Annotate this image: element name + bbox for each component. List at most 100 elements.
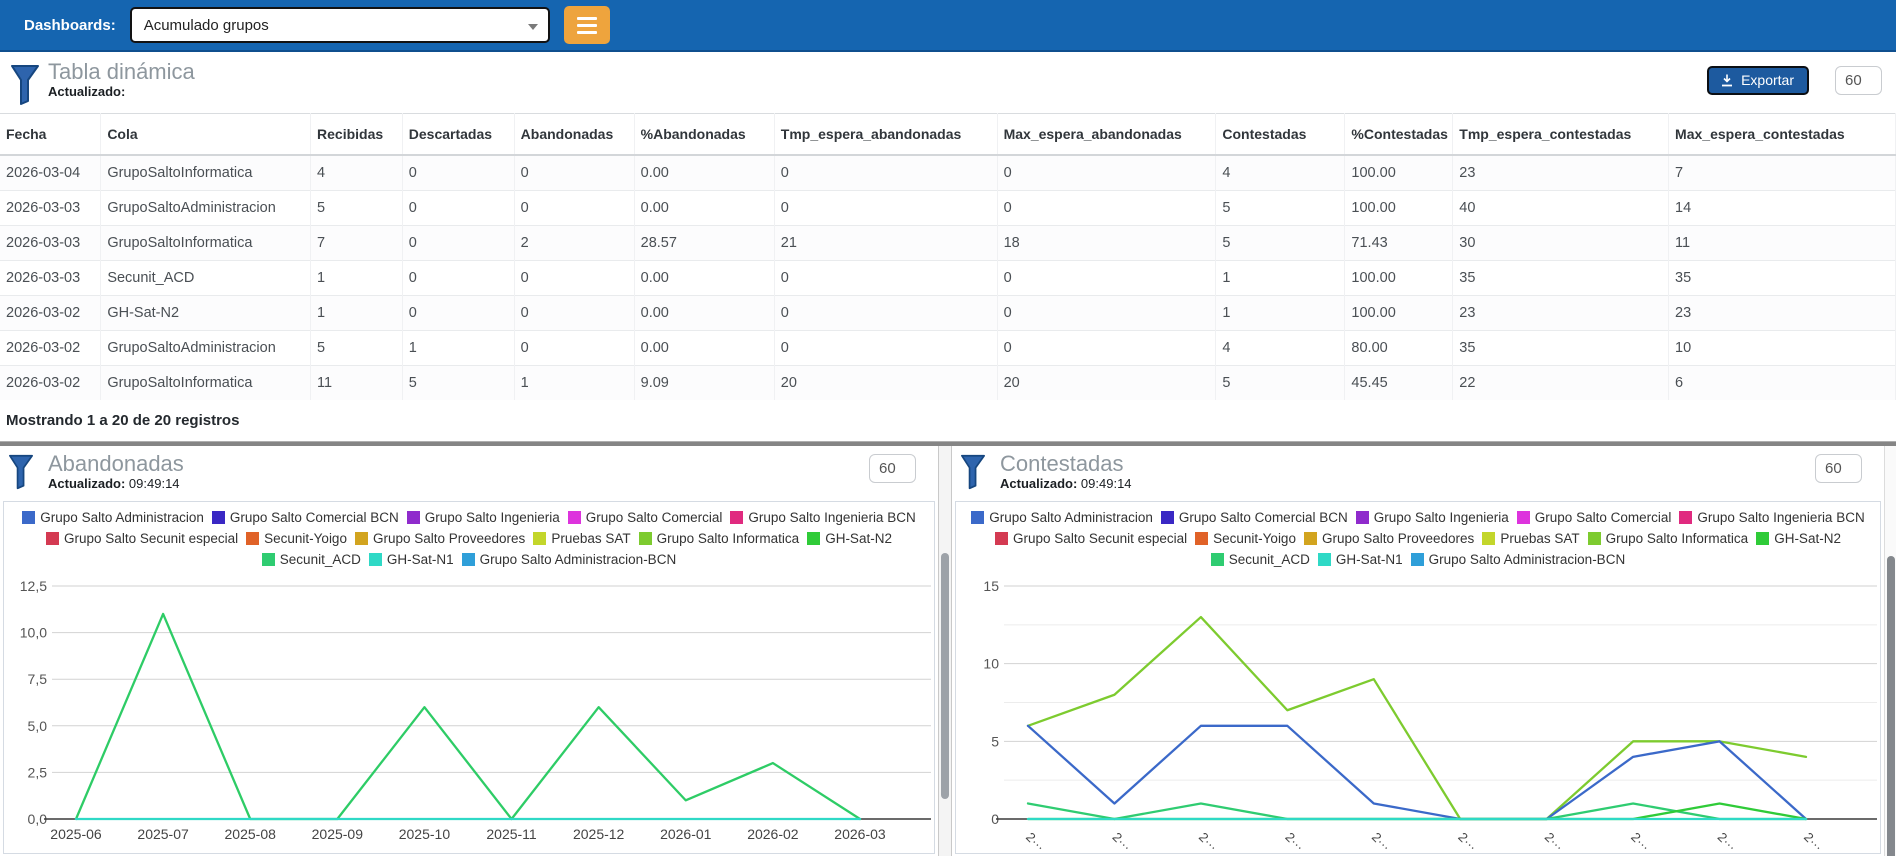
legend-item[interactable]: GH-Sat-N1: [1317, 550, 1403, 569]
legend-swatch: [1679, 511, 1693, 524]
table-cell: 0: [774, 330, 998, 366]
table-row: 2026-03-02 GH-Sat-N2 1 0 0 0.00 0 0 1 100.00 23 23: [0, 295, 1896, 331]
abandonadas-interval-input[interactable]: [869, 454, 916, 483]
legend-item[interactable]: Grupo Salto Informatica: [1587, 529, 1749, 548]
legend-item[interactable]: Grupo Salto Administracion-BCN: [1410, 550, 1625, 569]
legend-item[interactable]: GH-Sat-N1: [368, 550, 454, 569]
legend-item[interactable]: Grupo Salto Proveedores: [1303, 529, 1474, 548]
table-interval-input[interactable]: [1835, 66, 1882, 95]
legend-item[interactable]: Grupo Salto Administracion: [971, 508, 1153, 527]
legend-label: Grupo Salto Ingenieria BCN: [1697, 510, 1865, 525]
column-header[interactable]: %Abandonadas: [634, 113, 775, 156]
table-cell: 18: [997, 225, 1217, 261]
scrollbar-thumb[interactable]: [941, 552, 949, 799]
legend-item[interactable]: GH-Sat-N2: [1756, 529, 1841, 548]
export-button[interactable]: Exportar: [1707, 66, 1809, 95]
legend-label: Pruebas SAT: [1500, 531, 1580, 546]
x-tick-label: 2025-10: [399, 826, 451, 842]
legend-item[interactable]: Grupo Salto Ingenieria BCN: [730, 508, 916, 527]
column-header[interactable]: Cola: [100, 113, 312, 156]
y-tick-label: 10,0: [20, 625, 47, 641]
legend-item[interactable]: Secunit-Yoigo: [246, 529, 347, 548]
legend-item[interactable]: GH-Sat-N2: [807, 529, 892, 548]
column-header[interactable]: Tmp_espera_contestadas: [1452, 113, 1670, 156]
legend-item[interactable]: Grupo Salto Comercial BCN: [211, 508, 399, 527]
column-header[interactable]: Contestadas: [1215, 113, 1346, 156]
table-cell: 0: [774, 154, 998, 191]
table-cell: 100.00: [1344, 260, 1454, 296]
table-cell: GH-Sat-N2: [100, 295, 312, 331]
dashboard-select[interactable]: Acumulado grupos: [129, 7, 550, 43]
column-header[interactable]: Recibidas: [310, 113, 403, 156]
legend-label: GH-Sat-N2: [825, 531, 892, 546]
legend-label: Grupo Salto Informatica: [1605, 531, 1749, 546]
legend-item[interactable]: Grupo Salto Ingenieria: [406, 508, 560, 527]
table-cell: 21: [774, 225, 998, 261]
legend-label: Grupo Salto Secunit especial: [1013, 531, 1188, 546]
x-tick-label: 2···: [1196, 829, 1221, 853]
column-header[interactable]: Fecha: [0, 113, 102, 156]
menu-button[interactable]: [563, 6, 610, 44]
y-tick-label: 5,0: [28, 718, 48, 734]
legend-swatch: [730, 511, 744, 524]
table-cell: 4: [1215, 330, 1346, 366]
scrollbar-thumb[interactable]: [1887, 556, 1895, 856]
legend-item[interactable]: Grupo Salto Ingenieria: [1355, 508, 1509, 527]
table-cell: 0: [774, 190, 998, 226]
contestadas-panel: Contestadas Actualizado: 09:49:14 Grupo …: [952, 446, 1884, 856]
table-cell: 0: [997, 330, 1217, 366]
table-cell: 0: [997, 295, 1217, 331]
table-cell: 0.00: [634, 260, 775, 296]
table-cell: 2026-03-02: [0, 365, 102, 400]
legend-label: GH-Sat-N1: [1335, 552, 1403, 567]
column-header[interactable]: Max_espera_abandonadas: [997, 113, 1217, 156]
column-header[interactable]: %Contestadas: [1344, 113, 1454, 156]
dashboard-select-value: Acumulado grupos: [143, 16, 269, 34]
abandonadas-legend: Grupo Salto Administracion Grupo Salto Co…: [4, 502, 934, 574]
column-header[interactable]: Max_espera_contestadas: [1668, 113, 1896, 156]
legend-item[interactable]: Pruebas SAT: [1482, 529, 1580, 548]
table-row: 2026-03-03 GrupoSaltoAdministracion 5 0 0 0.0…: [0, 190, 1896, 226]
legend-swatch: [261, 553, 275, 566]
abandonadas-title: Abandonadas: [48, 451, 184, 476]
legend-item[interactable]: Grupo Salto Proveedores: [354, 529, 525, 548]
legend-item[interactable]: Grupo Salto Secunit especial: [46, 529, 238, 548]
legend-item[interactable]: Grupo Salto Comercial BCN: [1160, 508, 1348, 527]
table-cell: 0: [997, 154, 1217, 191]
table-cell: 100.00: [1344, 295, 1454, 331]
legend-label: Grupo Salto Administracion: [40, 510, 204, 525]
x-tick-label: 2026-03: [834, 826, 886, 842]
table-cell: 0: [402, 260, 515, 296]
legend-item[interactable]: Pruebas SAT: [533, 529, 631, 548]
legend-item[interactable]: Secunit_ACD: [261, 550, 361, 569]
contestadas-interval-input[interactable]: [1815, 454, 1862, 483]
x-tick-label: 2025-12: [573, 826, 625, 842]
legend-item[interactable]: Grupo Salto Ingenieria BCN: [1679, 508, 1865, 527]
legend-item[interactable]: Grupo Salto Administracion-BCN: [461, 550, 676, 569]
table-row: 2026-03-02 GrupoSaltoInformatica 11 5 1 9.09 2…: [0, 365, 1896, 400]
legend-label: Secunit_ACD: [1228, 552, 1310, 567]
table-cell: 80.00: [1344, 330, 1454, 366]
legend-item[interactable]: Secunit_ACD: [1210, 550, 1310, 569]
x-tick-label: 2···: [1628, 829, 1653, 853]
column-header[interactable]: Tmp_espera_abandonadas: [774, 113, 998, 156]
table-cell: GrupoSaltoInformatica: [100, 365, 312, 400]
legend-item[interactable]: Grupo Salto Administracion: [22, 508, 204, 527]
table-panel-title: Tabla dinámica: [48, 59, 195, 84]
legend-swatch: [354, 532, 368, 545]
legend-item[interactable]: Grupo Salto Comercial: [567, 508, 722, 527]
table-panel: Tabla dinámica Actualizado: Exportar Fec…: [0, 52, 1896, 441]
legend-item[interactable]: Secunit-Yoigo: [1195, 529, 1296, 548]
panel-scrollbar[interactable]: [938, 446, 952, 856]
page-scrollbar[interactable]: [1884, 446, 1896, 856]
table-cell: 0: [514, 260, 635, 296]
x-tick-label: 2025-11: [486, 826, 537, 842]
legend-item[interactable]: Grupo Salto Comercial: [1516, 508, 1671, 527]
column-header[interactable]: Descartadas: [402, 113, 515, 156]
legend-item[interactable]: Grupo Salto Informatica: [638, 529, 799, 548]
legend-item[interactable]: Grupo Salto Secunit especial: [995, 529, 1187, 548]
table-cell: 30: [1452, 225, 1670, 261]
table-cell: 7: [310, 225, 403, 261]
column-header[interactable]: Abandonadas: [514, 113, 635, 156]
legend-label: Grupo Salto Administracion: [989, 510, 1153, 525]
